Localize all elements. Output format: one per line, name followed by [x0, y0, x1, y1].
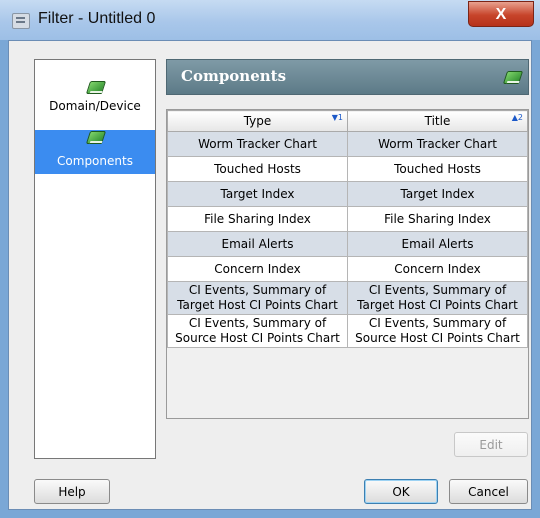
table-row[interactable]: Concern Index Concern Index	[167, 256, 528, 282]
table-row[interactable]: Target Index Target Index	[167, 181, 528, 207]
panel-title: Components	[181, 67, 287, 85]
cell-title: Target Index	[347, 181, 528, 207]
cell-title: Touched Hosts	[347, 156, 528, 182]
cell-type: Email Alerts	[167, 231, 348, 257]
cell-type: CI Events, Summary of Source Host CI Poi…	[167, 314, 348, 348]
cell-title: Email Alerts	[347, 231, 528, 257]
title-bar[interactable]: Filter - Untitled 0 X	[0, 0, 540, 40]
components-table: Type ▼1 Title ▲2 Worm Tracker Chart Worm…	[166, 109, 529, 419]
ok-button[interactable]: OK	[364, 479, 438, 504]
column-header-title[interactable]: Title ▲2	[347, 110, 528, 132]
nav-item-domain-device[interactable]: Domain/Device	[35, 76, 155, 124]
green-book-icon	[87, 80, 103, 94]
cell-title: CI Events, Summary of Source Host CI Poi…	[347, 314, 528, 348]
filter-dialog: Filter - Untitled 0 X Domain/Device Comp…	[0, 0, 540, 518]
cell-type: Concern Index	[167, 256, 348, 282]
green-book-icon	[87, 130, 103, 146]
column-header-label: Type	[243, 114, 272, 128]
cell-title: CI Events, Summary of Target Host CI Poi…	[347, 281, 528, 315]
cancel-button[interactable]: Cancel	[449, 479, 528, 504]
cell-title: Concern Index	[347, 256, 528, 282]
category-list: Domain/Device Components	[34, 59, 156, 459]
nav-item-label: Domain/Device	[49, 99, 141, 113]
cell-type: Worm Tracker Chart	[167, 131, 348, 157]
close-button[interactable]: X	[468, 1, 534, 27]
edit-button[interactable]: Edit	[454, 432, 528, 457]
cell-title: File Sharing Index	[347, 206, 528, 232]
window-icon	[12, 13, 30, 29]
cell-type: CI Events, Summary of Target Host CI Poi…	[167, 281, 348, 315]
cell-type: File Sharing Index	[167, 206, 348, 232]
column-header-type[interactable]: Type ▼1	[167, 110, 348, 132]
table-row[interactable]: Email Alerts Email Alerts	[167, 231, 528, 257]
dialog-body: Domain/Device Components Components Type…	[8, 40, 532, 510]
nav-item-components[interactable]: Components	[35, 130, 155, 174]
green-book-icon	[504, 70, 520, 84]
table-row[interactable]: Worm Tracker Chart Worm Tracker Chart	[167, 131, 528, 157]
cell-title: Worm Tracker Chart	[347, 131, 528, 157]
table-row[interactable]: Touched Hosts Touched Hosts	[167, 156, 528, 182]
panel-header: Components	[166, 59, 529, 95]
table-row[interactable]: CI Events, Summary of Source Host CI Poi…	[167, 314, 528, 348]
table-row[interactable]: File Sharing Index File Sharing Index	[167, 206, 528, 232]
cell-type: Touched Hosts	[167, 156, 348, 182]
window-title: Filter - Untitled 0	[38, 10, 156, 27]
help-button[interactable]: Help	[34, 479, 110, 504]
nav-item-label: Components	[57, 154, 133, 168]
cell-type: Target Index	[167, 181, 348, 207]
column-header-label: Title	[424, 114, 451, 128]
sort-descending-icon: ▼1	[331, 113, 343, 122]
sort-ascending-icon: ▲2	[511, 113, 523, 122]
table-row[interactable]: CI Events, Summary of Target Host CI Poi…	[167, 281, 528, 315]
